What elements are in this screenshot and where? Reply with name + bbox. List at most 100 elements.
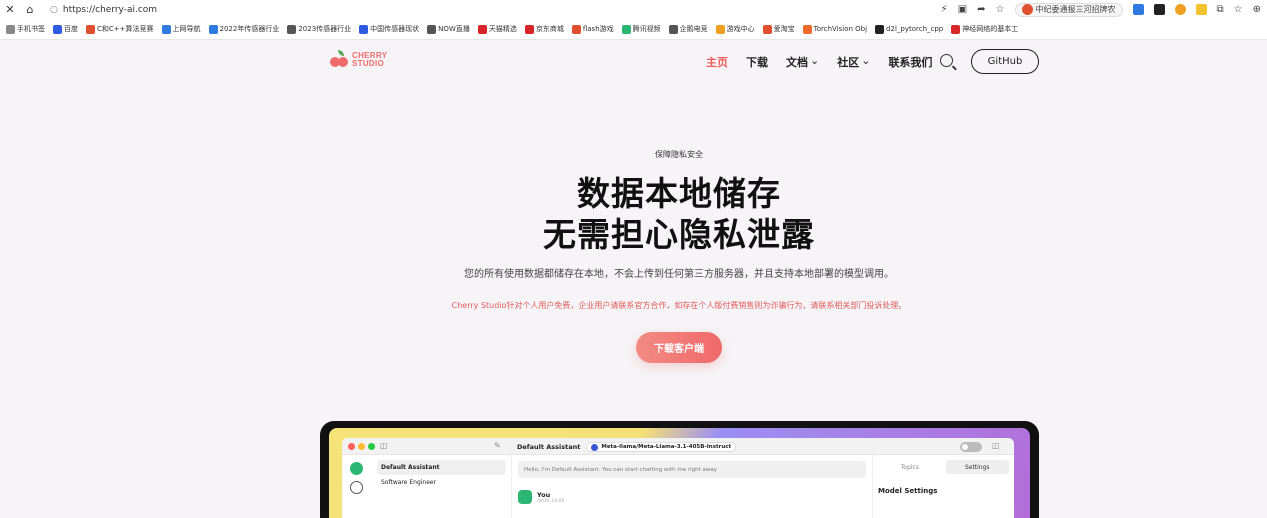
bookmark-favicon-icon	[951, 24, 961, 34]
lightning-icon[interactable]: ⚡	[941, 4, 948, 15]
nav-docs[interactable]: 文档	[786, 54, 819, 70]
bookmark-item[interactable]: 百度	[53, 24, 78, 34]
tab-settings: Settings	[945, 460, 1009, 474]
bookmark-favicon-icon	[715, 24, 725, 34]
bookmark-label: 上网导航	[172, 25, 201, 33]
nav-home[interactable]: 主页	[706, 54, 728, 70]
bookmark-item[interactable]: NOW直播	[427, 24, 470, 34]
panel-toggle-icon: ◫	[992, 441, 1000, 450]
bookmark-item[interactable]: flash游戏	[571, 24, 614, 34]
edit-icon: ✎	[494, 441, 501, 450]
main-nav: 主页 下载 文档 社区 联系我们	[706, 50, 932, 74]
hero-title-line2: 无需担心隐私泄露	[543, 215, 815, 254]
avatar	[350, 462, 363, 475]
fraud-notice: Cherry Studio针对个人用户免费，企业用户请联系官方合作，如存在个人版…	[451, 301, 907, 310]
bookmark-item[interactable]: 神经网络的基本工	[951, 24, 1018, 34]
bookmark-item[interactable]: 天猫精选	[477, 24, 517, 34]
user-avatar	[518, 490, 532, 504]
bookmark-label: 游戏中心	[726, 25, 755, 33]
model-settings-heading: Model Settings	[878, 487, 938, 495]
minimize-dot	[358, 443, 365, 450]
bookmark-item[interactable]: 2022年传感器行业	[208, 24, 280, 34]
bookmark-favicon-icon	[524, 24, 534, 34]
github-button[interactable]: GitHub	[971, 49, 1039, 74]
bookmark-label: flash游戏	[582, 25, 614, 33]
bookmark-favicon-icon	[287, 24, 297, 34]
bookmark-item[interactable]: 腾讯视频	[621, 24, 661, 34]
news-extension-label: 中纪委通报三河招牌农	[1035, 5, 1116, 14]
nav-community[interactable]: 社区	[837, 54, 870, 70]
add-icon[interactable]: ⊕	[1253, 4, 1261, 15]
download-client-button[interactable]: 下载客户端	[636, 332, 722, 363]
model-icon	[591, 443, 599, 451]
bookmark-label: 2022年传感器行业	[219, 25, 280, 33]
bookmark-favicon-icon	[802, 24, 812, 34]
extension-icon[interactable]	[1153, 4, 1165, 15]
bookmark-favicon-icon	[621, 24, 631, 34]
assistant-list: Default Assistant Software Engineer	[372, 455, 512, 518]
bookmark-favicon-icon	[208, 24, 218, 34]
bookmark-label: 中国传感器现状	[370, 25, 420, 33]
bookmark-label: TorchVision Obj	[813, 25, 868, 33]
app-preview-frame: ◫ ✎ Default Assistant Meta-llama/Meta-Ll…	[320, 421, 1039, 518]
bookmark-label: 2023传感器行业	[298, 25, 352, 33]
user-name: You	[537, 490, 551, 499]
assistant-title: Default Assistant	[517, 443, 581, 451]
bookmark-item[interactable]: C和C++算法竞赛	[86, 24, 154, 34]
share-icon[interactable]: ➦	[977, 4, 985, 15]
maximize-dot	[368, 443, 375, 450]
cherry-studio-logo[interactable]: CHERRY STUDIO	[330, 50, 387, 69]
model-name: Meta-llama/Meta-Llama-3.1-405B-Instruct	[601, 444, 732, 450]
bookmark-label: C和C++算法竞赛	[97, 25, 154, 33]
bookmark-favicon-icon	[571, 24, 581, 34]
bookmark-label: 爱淘宝	[773, 25, 795, 33]
bookmark-item[interactable]: 手机书签	[6, 24, 45, 34]
bookmark-favicon-icon	[6, 24, 15, 34]
app-window: ◫ ✎ Default Assistant Meta-llama/Meta-Ll…	[342, 438, 1014, 518]
assistant-item: Default Assistant	[377, 460, 506, 475]
bookmark-item[interactable]: 中国传感器现状	[359, 24, 419, 34]
puzzle-icon[interactable]: ⧉	[1217, 4, 1224, 15]
bookmark-label: NOW直播	[438, 25, 470, 33]
hero-description: 您的所有使用数据都储存在本地，不会上传到任何第三方服务器，并且支持本地部署的模型…	[464, 269, 894, 280]
bookmark-item[interactable]: d2l_pytorch_cpp	[875, 24, 943, 34]
settings-panel: Topics Settings Model Settings	[872, 455, 1014, 518]
home-icon[interactable]: ⌂	[20, 3, 40, 16]
nav-contact[interactable]: 联系我们	[888, 54, 932, 70]
hero-eyebrow: 保障隐私安全	[655, 150, 703, 159]
chat-icon	[350, 481, 363, 494]
logo-text-line2: STUDIO	[352, 58, 385, 68]
nav-download[interactable]: 下载	[746, 54, 768, 70]
bookmark-favicon-icon	[86, 24, 95, 34]
bookmark-favicon-icon	[762, 24, 772, 34]
bookmark-item[interactable]: 2023传感器行业	[287, 24, 351, 34]
bookmark-favicon-icon	[875, 24, 885, 34]
star-icon[interactable]: ☆	[996, 4, 1005, 15]
close-icon[interactable]: ✕	[0, 3, 20, 16]
browser-toolbar: ✕ ⌂ ○ https://cherry-ai.com ⚡ ▣ ➦ ☆ 中纪委通…	[0, 0, 1267, 19]
bookmark-item[interactable]: 京东商城	[524, 24, 564, 34]
greeting-message: Hello, I'm Default Assistant. You can st…	[518, 461, 866, 478]
bookmark-label: 腾讯视频	[632, 25, 661, 33]
model-chip: Meta-llama/Meta-Llama-3.1-405B-Instruct	[586, 442, 737, 452]
bookmark-favicon-icon	[477, 24, 487, 34]
assistant-item: Software Engineer	[381, 479, 437, 486]
reader-icon[interactable]: ▣	[958, 4, 967, 15]
bookmark-item[interactable]: 企鹅电竞	[668, 24, 708, 34]
bookmark-favicon-icon	[427, 24, 437, 34]
favorites-icon[interactable]: ☆	[1234, 4, 1243, 15]
translate-extension-icon[interactable]	[1132, 4, 1144, 15]
bookmark-item[interactable]: 游戏中心	[715, 24, 755, 34]
bookmark-item[interactable]: TorchVision Obj	[802, 24, 868, 34]
pinwheel-extension-icon[interactable]	[1174, 4, 1186, 15]
news-extension-pill[interactable]: 中纪委通报三河招牌农	[1014, 2, 1123, 17]
app-titlebar: ◫ ✎ Default Assistant Meta-llama/Meta-Ll…	[342, 438, 1014, 455]
bookmark-item[interactable]: 爱淘宝	[762, 24, 795, 34]
bookmark-item[interactable]: 上网导航	[161, 24, 201, 34]
bookmark-label: 企鹅电竞	[679, 25, 708, 33]
message-time: 09/26 14:00	[537, 498, 565, 504]
bookmark-favicon-icon	[668, 24, 678, 34]
address-bar[interactable]: ○ https://cherry-ai.com	[50, 1, 920, 18]
search-icon[interactable]	[940, 54, 953, 67]
folder-icon[interactable]	[1195, 4, 1207, 15]
